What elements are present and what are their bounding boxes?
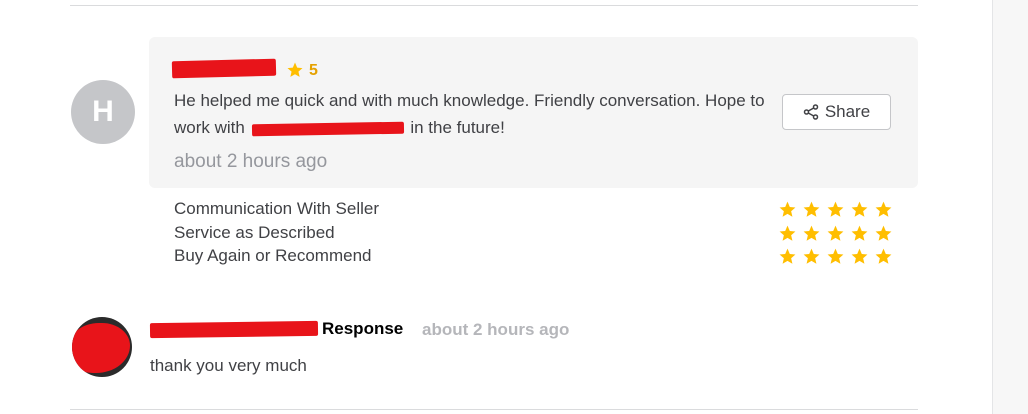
star-icon <box>827 225 844 241</box>
sub-rating-label: Buy Again or Recommend <box>174 246 372 265</box>
star-icon <box>287 62 303 77</box>
star-icon <box>779 248 796 264</box>
response-timestamp: about 2 hours ago <box>422 320 570 339</box>
star-icon <box>875 201 892 217</box>
review-rating-value: 5 <box>309 62 318 79</box>
redacted-seller-mention <box>251 121 404 136</box>
sub-ratings: Communication With Seller Service as Des… <box>174 198 894 269</box>
redacted-reviewer-name <box>171 58 277 79</box>
star-icon <box>827 201 844 217</box>
sub-rating-stars <box>778 200 893 219</box>
star-icon <box>827 248 844 264</box>
review-timestamp: about 2 hours ago <box>174 151 328 172</box>
sub-rating-row: Buy Again or Recommend <box>174 245 894 269</box>
response-text: thank you very much <box>150 356 307 375</box>
star-icon <box>803 225 820 241</box>
sub-rating-row: Service as Described <box>174 222 894 246</box>
review-text: He helped me quick and with much knowled… <box>174 87 774 141</box>
sub-rating-stars <box>778 247 893 266</box>
redacted-seller-name <box>149 320 319 339</box>
star-icon <box>779 225 796 241</box>
reviewer-avatar[interactable]: H <box>71 80 135 144</box>
page: H 5 He helped me quick and with much kno… <box>0 0 1028 414</box>
star-icon <box>875 248 892 264</box>
star-icon <box>779 201 796 217</box>
sub-rating-label: Service as Described <box>174 222 335 242</box>
star-icon <box>803 248 820 264</box>
star-icon <box>851 201 868 217</box>
sub-rating-label: Communication With Seller <box>174 199 380 218</box>
star-icon <box>875 225 892 241</box>
sub-rating-row: Communication With Seller <box>174 198 894 222</box>
review-text-end: in the future! <box>410 118 505 137</box>
top-divider <box>70 5 918 6</box>
response-label: Response <box>322 319 404 338</box>
star-icon <box>803 201 820 217</box>
share-icon <box>803 104 819 120</box>
star-icon <box>851 248 868 264</box>
star-icon <box>851 225 868 241</box>
share-button-label: Share <box>824 102 871 121</box>
bottom-divider <box>70 409 918 410</box>
redacted-seller-avatar <box>72 323 130 373</box>
right-rail <box>992 0 1028 414</box>
share-button[interactable]: Share <box>782 94 891 130</box>
seller-avatar[interactable] <box>72 317 132 377</box>
reviewer-avatar-letter: H <box>92 95 114 128</box>
sub-rating-stars <box>778 224 893 243</box>
